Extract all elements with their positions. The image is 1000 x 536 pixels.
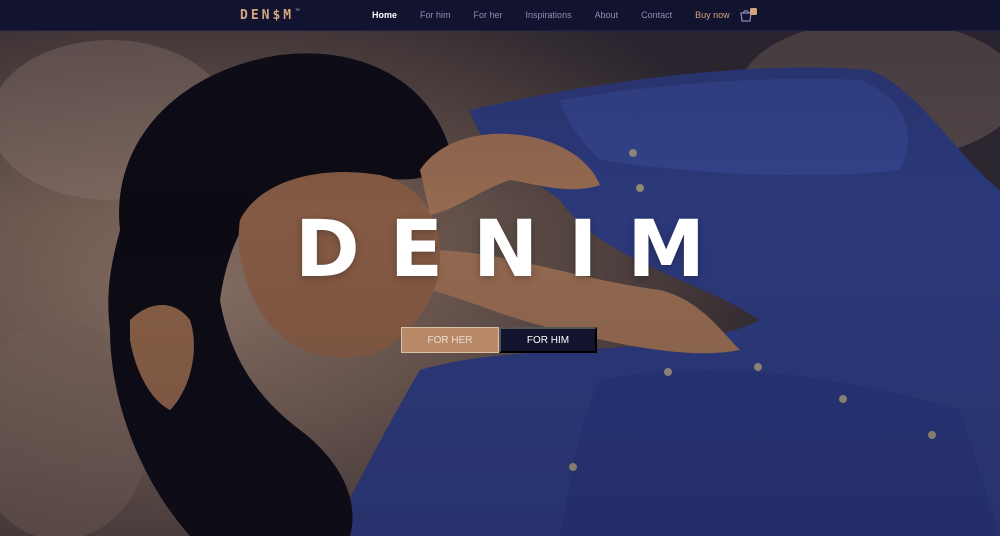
- brand-logo[interactable]: DEN$M: [240, 8, 294, 23]
- nav-link-for-him[interactable]: For him: [420, 10, 451, 20]
- nav-link-about[interactable]: About: [595, 10, 619, 20]
- for-her-button[interactable]: For her: [401, 327, 499, 353]
- hero-headline: DENIM: [295, 205, 735, 295]
- nav-link-for-her[interactable]: For her: [474, 10, 503, 20]
- nav-link-home[interactable]: Home: [372, 10, 397, 20]
- for-him-button[interactable]: For him: [499, 327, 597, 353]
- nav-link-contact[interactable]: Contact: [641, 10, 672, 20]
- nav-link-inspirations[interactable]: Inspirations: [526, 10, 572, 20]
- shopping-bag-icon[interactable]: [739, 8, 759, 22]
- top-navbar: DEN$M ™ Home For him For her Inspiration…: [0, 0, 1000, 31]
- hero-cta-group: For her For him: [401, 327, 597, 353]
- nav-link-buy-now[interactable]: Buy now: [695, 10, 730, 20]
- nav-links: Home For him For her Inspirations About …: [372, 10, 730, 20]
- logo-trademark: ™: [295, 8, 300, 14]
